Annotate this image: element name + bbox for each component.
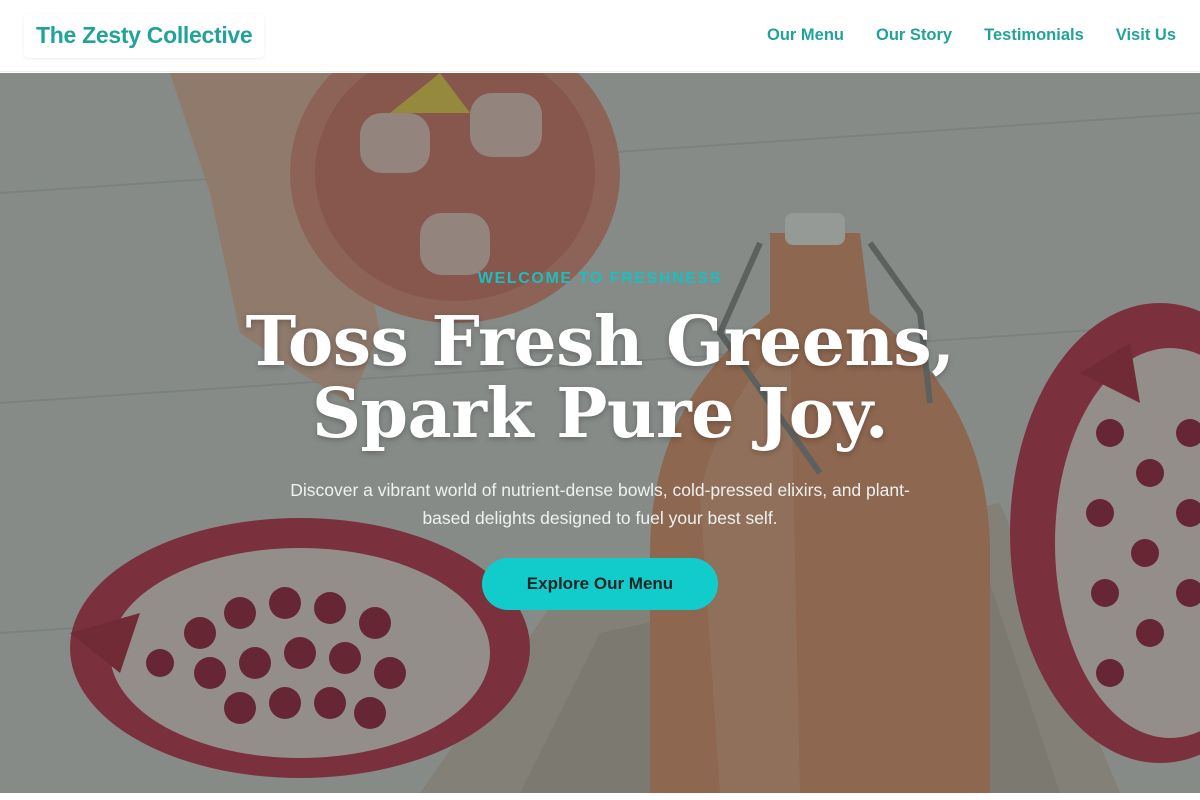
main-nav: Our Menu Our Story Testimonials Visit Us <box>735 26 1176 45</box>
explore-menu-button[interactable]: Explore Our Menu <box>482 558 718 610</box>
hero-section: WELCOME TO FRESHNESS Toss Fresh Greens, … <box>0 73 1200 793</box>
hero-content: WELCOME TO FRESHNESS Toss Fresh Greens, … <box>0 73 1200 793</box>
site-logo[interactable]: The Zesty Collective <box>24 13 265 58</box>
nav-link-our-menu[interactable]: Our Menu <box>767 26 844 45</box>
hero-eyebrow: WELCOME TO FRESHNESS <box>477 270 723 287</box>
hero-headline: Toss Fresh Greens, Spark Pure Joy. <box>246 306 955 450</box>
hero-subtext: Discover a vibrant world of nutrient-den… <box>290 480 910 528</box>
nav-link-testimonials[interactable]: Testimonials <box>984 26 1084 45</box>
page-bottom-edge <box>0 793 1200 800</box>
hero-headline-line-1: Toss Fresh Greens, <box>245 302 955 382</box>
site-header: The Zesty Collective Our Menu Our Story … <box>0 0 1200 72</box>
nav-link-our-story[interactable]: Our Story <box>876 26 952 45</box>
nav-link-visit-us[interactable]: Visit Us <box>1116 26 1176 45</box>
hero-headline-line-2: Spark Pure Joy. <box>311 374 889 454</box>
